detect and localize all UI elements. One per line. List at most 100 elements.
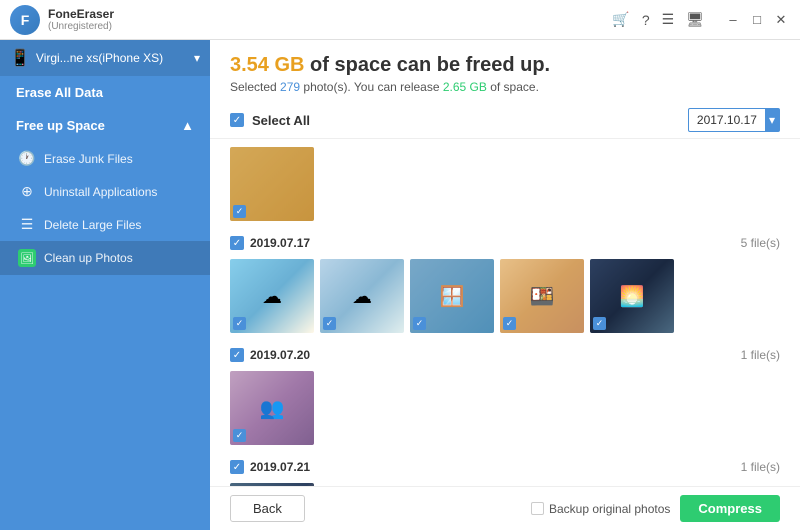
device-selector[interactable]: 📱 Virgi...ne xs(iPhone XS) ▾	[0, 40, 210, 76]
window-controls: – □ ✕	[724, 11, 790, 29]
group3-checkbox[interactable]: ✓	[230, 460, 244, 474]
chevron-down-icon: ▾	[194, 51, 200, 65]
monitor-icon[interactable]: 🖥	[686, 11, 704, 28]
collapse-icon[interactable]: ▲	[181, 118, 194, 133]
help-icon[interactable]: ?	[642, 12, 650, 28]
sidebar-item-uninstall[interactable]: ⊕ Uninstall Applications	[0, 175, 210, 208]
free-up-label: Free up Space	[16, 118, 105, 133]
menu-icon[interactable]: ☰	[662, 11, 675, 28]
sidebar-item-erase-all[interactable]: Erase All Data	[0, 76, 210, 109]
group2-date: 2019.07.20	[250, 348, 310, 362]
photo-thumbnail[interactable]: ☁ ✓	[230, 259, 314, 333]
junk-files-label: Erase Junk Files	[44, 152, 133, 166]
group3-date: 2019.07.21	[250, 460, 310, 474]
freed-size: 3.54 GB	[230, 54, 304, 76]
group1-photos: ☁ ✓ ☁ ✓ 🪟 ✓ 🍱 ✓	[230, 259, 780, 333]
photo-thumbnail[interactable]: 👥 ✓	[230, 371, 314, 445]
subtitle-pre: Selected	[230, 80, 280, 94]
thumb-checkbox[interactable]: ✓	[233, 205, 246, 218]
select-all-row: ✓ Select All	[230, 113, 310, 128]
cart-icon[interactable]: 🛒	[612, 11, 629, 28]
maximize-button[interactable]: □	[748, 11, 766, 29]
group1-checkbox[interactable]: ✓	[230, 236, 244, 250]
list-icon: ☰	[18, 216, 36, 233]
back-button[interactable]: Back	[230, 495, 305, 522]
date-row-3: ✓ 2019.07.21 1 file(s)	[230, 455, 780, 479]
date-row-2-left: ✓ 2019.07.20	[230, 348, 310, 362]
group2-count: 1 file(s)	[741, 348, 780, 362]
content-area: 3.54 GB of space can be freed up. Select…	[210, 40, 800, 530]
date-filter-value: 2017.10.17	[697, 113, 757, 127]
select-all-label: Select All	[252, 113, 310, 128]
photo-thumbnail[interactable]: 🌅 ✓	[590, 259, 674, 333]
first-photo-row: ✓	[230, 147, 780, 221]
clock-icon: 🕐	[18, 150, 36, 167]
photo-thumbnail[interactable]: ☁ ✓	[320, 259, 404, 333]
content-title: 3.54 GB of space can be freed up.	[230, 54, 780, 77]
photo-thumbnail[interactable]: ✓	[230, 147, 314, 221]
device-info: 📱 Virgi...ne xs(iPhone XS)	[10, 48, 163, 68]
photo-thumbnail[interactable]: 🍱 ✓	[500, 259, 584, 333]
content-header: 3.54 GB of space can be freed up. Select…	[210, 40, 800, 102]
plus-circle-icon: ⊕	[18, 183, 36, 200]
date-row-3-left: ✓ 2019.07.21	[230, 460, 310, 474]
select-all-checkbox[interactable]: ✓	[230, 113, 244, 127]
toolbar: ✓ Select All 2017.10.17 ▾	[210, 102, 800, 139]
date-group-3: ✓ 2019.07.21 1 file(s) 🌄 ✓	[230, 455, 780, 486]
subtitle-mid: photo(s). You can release	[300, 80, 443, 94]
app-title-block: FoneEraser (Unregistered)	[48, 7, 114, 32]
erase-all-label: Erase All Data	[16, 85, 103, 100]
thumb-checkbox[interactable]: ✓	[233, 317, 246, 330]
main-layout: 📱 Virgi...ne xs(iPhone XS) ▾ Erase All D…	[0, 40, 800, 530]
thumb-checkbox[interactable]: ✓	[503, 317, 516, 330]
footer: Back Backup original photos Compress	[210, 486, 800, 530]
sidebar-item-large-files[interactable]: ☰ Delete Large Files	[0, 208, 210, 241]
app-logo: F	[10, 5, 40, 35]
backup-checkbox[interactable]	[531, 502, 544, 515]
clean-photos-label: Clean up Photos	[44, 251, 133, 265]
app-branding: F FoneEraser (Unregistered)	[10, 5, 114, 35]
photo-thumbnail[interactable]: 🪟 ✓	[410, 259, 494, 333]
group3-count: 1 file(s)	[741, 460, 780, 474]
sidebar-item-junk-files[interactable]: 🕐 Erase Junk Files	[0, 142, 210, 175]
content-subtitle: Selected 279 photo(s). You can release 2…	[230, 80, 780, 94]
thumb-checkbox[interactable]: ✓	[593, 317, 606, 330]
titlebar: F FoneEraser (Unregistered) 🛒 ? ☰ 🖥 – □ …	[0, 0, 800, 40]
group2-checkbox[interactable]: ✓	[230, 348, 244, 362]
sidebar: 📱 Virgi...ne xs(iPhone XS) ▾ Erase All D…	[0, 40, 210, 530]
close-button[interactable]: ✕	[772, 11, 790, 29]
phone-icon: 📱	[10, 48, 30, 68]
sidebar-section-free-up: Free up Space ▲	[0, 109, 210, 142]
app-subtitle: (Unregistered)	[48, 21, 114, 32]
date-filter-dropdown[interactable]: 2017.10.17 ▾	[688, 108, 780, 132]
uninstall-label: Uninstall Applications	[44, 185, 157, 199]
group2-photos: 👥 ✓	[230, 371, 780, 445]
sidebar-item-clean-photos[interactable]: 🖼 Clean up Photos	[0, 241, 210, 275]
device-name: Virgi...ne xs(iPhone XS)	[36, 51, 163, 65]
app-name: FoneEraser	[48, 7, 114, 21]
date-row-2: ✓ 2019.07.20 1 file(s)	[230, 343, 780, 367]
subtitle-post: of space.	[487, 80, 539, 94]
date-group-2: ✓ 2019.07.20 1 file(s) 👥 ✓	[230, 343, 780, 445]
photo-count: 279	[280, 80, 300, 94]
minimize-button[interactable]: –	[724, 11, 742, 29]
backup-label: Backup original photos	[549, 502, 670, 516]
backup-checkbox-row[interactable]: Backup original photos	[531, 502, 670, 516]
thumb-checkbox[interactable]: ✓	[323, 317, 336, 330]
thumb-checkbox[interactable]: ✓	[413, 317, 426, 330]
group1-date: 2019.07.17	[250, 236, 310, 250]
release-size: 2.65 GB	[443, 80, 487, 94]
footer-right: Backup original photos Compress	[531, 495, 780, 522]
app-logo-char: F	[21, 12, 30, 28]
photo-thumbnail[interactable]: 🌄 ✓	[230, 483, 314, 486]
thumb-checkbox[interactable]: ✓	[233, 429, 246, 442]
dropdown-arrow[interactable]: ▾	[765, 109, 779, 131]
titlebar-icons: 🛒 ? ☰ 🖥 – □ ✕	[612, 11, 790, 29]
freed-text: of space can be freed up.	[310, 54, 550, 76]
green-photos-icon: 🖼	[18, 249, 36, 267]
photo-area: ✓ ✓ 2019.07.17 5 file(s) ☁ ✓	[210, 139, 800, 486]
compress-button[interactable]: Compress	[680, 495, 780, 522]
thumb-visual: 🌄	[230, 483, 314, 486]
group1-count: 5 file(s)	[741, 236, 780, 250]
date-row-1-left: ✓ 2019.07.17	[230, 236, 310, 250]
